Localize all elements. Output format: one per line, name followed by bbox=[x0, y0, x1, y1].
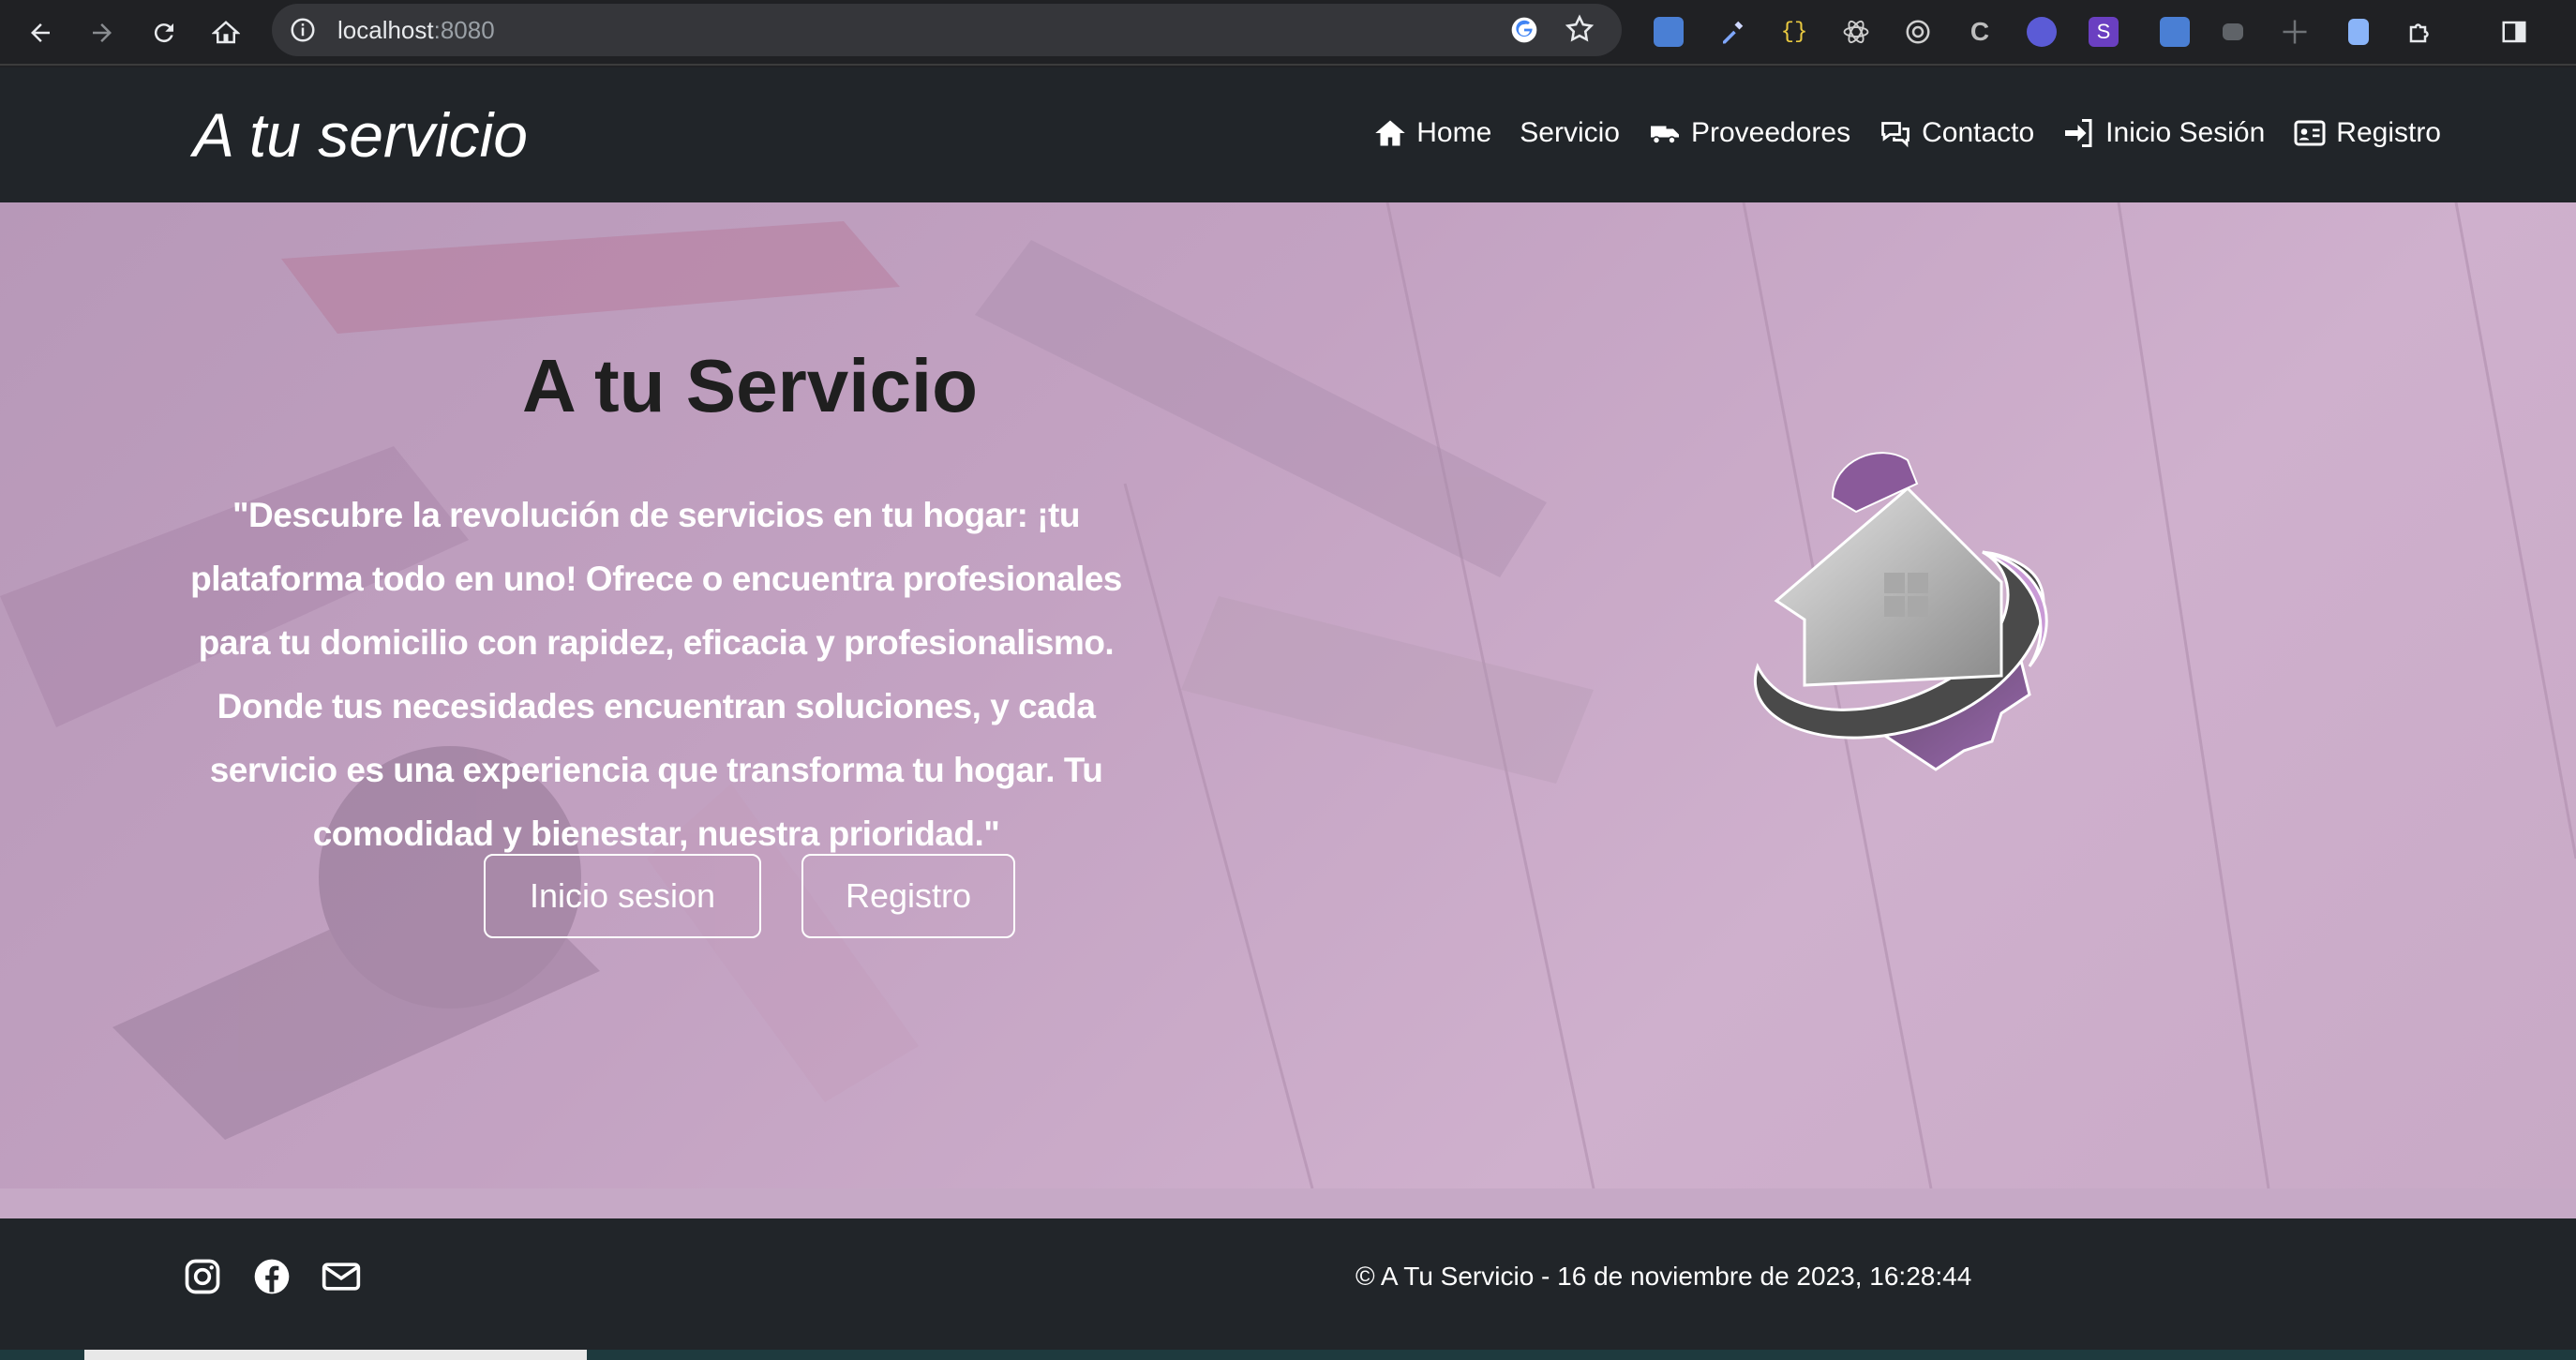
nav-servicio-label: Servicio bbox=[1520, 117, 1620, 148]
hero-section: A tu Servicio "Descubre la revolución de… bbox=[0, 202, 2576, 1188]
puzzle-extensions-icon[interactable] bbox=[2400, 11, 2441, 52]
address-bar[interactable]: localhost:8080 bbox=[272, 4, 1622, 56]
nav-inicio-sesion-label: Inicio Sesión bbox=[2105, 117, 2266, 148]
nav-home-label: Home bbox=[1416, 117, 1492, 148]
download-extension-icon[interactable] bbox=[2212, 11, 2254, 52]
social-links bbox=[182, 1256, 362, 1297]
site-navbar: A tu servicio Home Servicio Proveedores … bbox=[0, 67, 2576, 202]
bookmark-star-icon[interactable] bbox=[1564, 13, 1595, 45]
home-icon bbox=[1375, 120, 1405, 146]
nav-servicio[interactable]: Servicio bbox=[1520, 117, 1620, 149]
nav-proveedores[interactable]: Proveedores bbox=[1648, 116, 1850, 150]
info-icon[interactable] bbox=[289, 16, 317, 44]
reload-button[interactable] bbox=[142, 11, 186, 54]
truck-icon bbox=[1650, 126, 1679, 144]
hero-login-button[interactable]: Inicio sesion bbox=[484, 854, 761, 938]
nav-inicio-sesion[interactable]: Inicio Sesión bbox=[2062, 116, 2265, 150]
url-text[interactable]: localhost:8080 bbox=[337, 16, 495, 45]
react-extension-icon[interactable] bbox=[1835, 11, 1877, 52]
target-extension-icon[interactable] bbox=[1897, 11, 1939, 52]
nav-menu: Home Servicio Proveedores Contacto Inici… bbox=[1373, 116, 2441, 150]
reload-icon bbox=[154, 23, 173, 43]
taskbar-strip bbox=[0, 1350, 2576, 1360]
sign-in-icon bbox=[2065, 119, 2092, 147]
home-outline-icon bbox=[212, 21, 240, 44]
site-footer: © A Tu Servicio - 16 de noviembre de 202… bbox=[0, 1218, 2576, 1350]
move-extension-icon[interactable] bbox=[2274, 11, 2315, 52]
translate-extension-icon[interactable] bbox=[1648, 11, 1689, 52]
browser-toolbar: localhost:8080 {} C S bbox=[0, 0, 2576, 66]
comments-icon bbox=[1881, 122, 1910, 148]
facebook-icon[interactable] bbox=[251, 1256, 292, 1297]
s-extension-icon[interactable]: S bbox=[2083, 11, 2124, 52]
nav-contacto[interactable]: Contacto bbox=[1879, 116, 2034, 150]
side-panel-icon[interactable] bbox=[2494, 11, 2535, 52]
ghost-extension-icon[interactable] bbox=[2021, 11, 2062, 52]
footer-copyright: © A Tu Servicio - 16 de noviembre de 202… bbox=[1355, 1262, 1972, 1291]
arrow-left-icon bbox=[31, 23, 50, 42]
doc-extension-icon[interactable] bbox=[2338, 11, 2379, 52]
nav-home[interactable]: Home bbox=[1373, 116, 1491, 150]
hero-register-button[interactable]: Registro bbox=[801, 854, 1015, 938]
google-icon[interactable] bbox=[1509, 15, 1539, 45]
taskbar-active-item[interactable] bbox=[84, 1350, 587, 1360]
nav-registro[interactable]: Registro bbox=[2293, 116, 2441, 150]
hero-description: "Descubre la revolución de servicios en … bbox=[190, 496, 1122, 853]
nav-contacto-label: Contacto bbox=[1922, 117, 2035, 148]
hero-bottom-band bbox=[0, 1188, 2576, 1218]
home-button[interactable] bbox=[204, 11, 247, 54]
arrow-right-icon bbox=[93, 23, 112, 42]
active-extension-icon[interactable] bbox=[2154, 11, 2195, 52]
company-logo bbox=[1754, 452, 2048, 771]
nav-proveedores-label: Proveedores bbox=[1690, 117, 1851, 148]
hero-title: A tu Servicio bbox=[521, 344, 979, 427]
forward-button[interactable] bbox=[81, 11, 124, 54]
c-extension-icon[interactable]: C bbox=[1959, 11, 2000, 52]
json-extension-icon[interactable]: {} bbox=[1774, 11, 1815, 52]
eyedropper-extension-icon[interactable] bbox=[1712, 11, 1753, 52]
nav-registro-label: Registro bbox=[2336, 117, 2441, 148]
envelope-icon[interactable] bbox=[321, 1256, 362, 1297]
instagram-icon[interactable] bbox=[182, 1256, 223, 1297]
back-button[interactable] bbox=[19, 11, 62, 54]
site-brand[interactable]: A tu servicio bbox=[193, 99, 528, 171]
id-card-icon bbox=[2294, 120, 2326, 146]
